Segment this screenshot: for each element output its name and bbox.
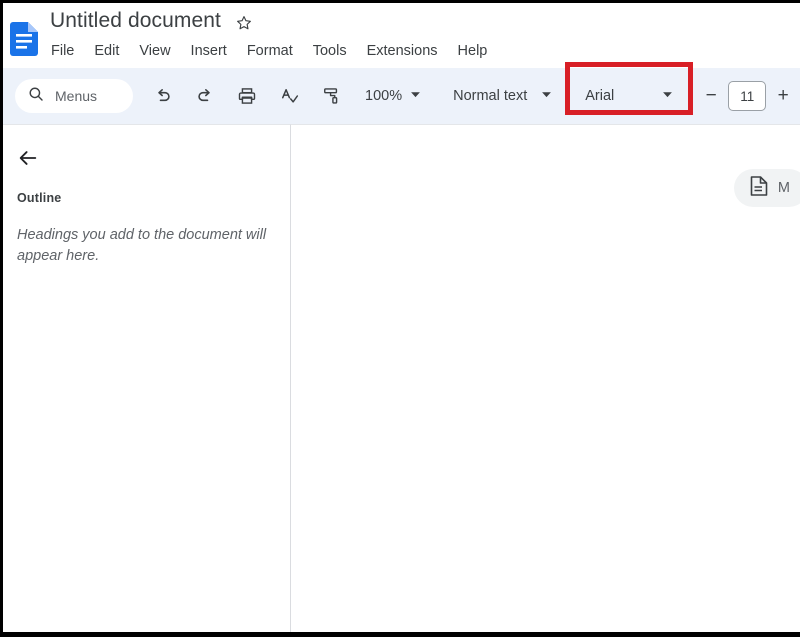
font-family-wrapper: Arial	[565, 62, 694, 119]
arrow-back-icon[interactable]	[17, 147, 39, 169]
zoom-dropdown[interactable]: 100%	[361, 87, 425, 105]
redo-icon[interactable]	[189, 80, 221, 112]
font-family-value: Arial	[585, 88, 615, 104]
menu-item-tools[interactable]: Tools	[313, 41, 347, 61]
star-outline-icon[interactable]	[235, 14, 253, 32]
increase-font-size-button[interactable]: +	[775, 86, 791, 105]
paragraph-style-dropdown[interactable]: Normal text	[449, 87, 556, 105]
page-title[interactable]: Untitled document	[50, 9, 221, 33]
chevron-down-icon	[410, 87, 421, 105]
search-icon	[27, 85, 45, 108]
paragraph-style-value: Normal text	[453, 88, 528, 104]
decrease-font-size-button[interactable]: −	[703, 86, 719, 105]
undo-redo-group	[147, 80, 347, 112]
font-family-dropdown[interactable]: Arial	[573, 73, 685, 119]
search-menus-button[interactable]: Menus	[15, 79, 133, 113]
title-row: Untitled document	[50, 9, 253, 33]
chevron-down-icon	[662, 87, 673, 105]
document-mode-chip[interactable]: M	[733, 169, 800, 207]
google-docs-icon[interactable]	[10, 22, 38, 56]
document-canvas[interactable]: M	[291, 124, 800, 632]
menu-bar: File Edit View Insert Format Tools Exten…	[51, 41, 487, 61]
search-menus-label: Menus	[55, 88, 98, 104]
paint-format-icon[interactable]	[315, 80, 347, 112]
font-size-input[interactable]: 11	[728, 81, 767, 111]
spellcheck-icon[interactable]	[273, 80, 305, 112]
outline-title: Outline	[17, 191, 62, 205]
application-window: Untitled document File Edit View Insert …	[0, 0, 800, 637]
document-header: Untitled document File Edit View Insert …	[3, 3, 800, 68]
print-icon[interactable]	[231, 80, 263, 112]
formatting-toolbar: Menus 100% Normal text Arial − 11 +	[3, 62, 800, 137]
menu-item-extensions[interactable]: Extensions	[367, 41, 438, 61]
menu-item-file[interactable]: File	[51, 41, 74, 61]
outline-empty-message: Headings you add to the document will ap…	[17, 227, 267, 264]
menu-item-help[interactable]: Help	[458, 41, 488, 61]
document-outline-panel: Outline Headings you add to the document…	[3, 124, 291, 632]
document-mode-label: M	[777, 180, 790, 196]
font-size-stepper: − 11 +	[703, 81, 791, 111]
document-mode-icon	[750, 175, 768, 201]
undo-icon[interactable]	[147, 80, 179, 112]
menu-item-format[interactable]: Format	[247, 41, 293, 61]
zoom-level-value: 100%	[365, 88, 403, 104]
chevron-down-icon	[541, 87, 552, 105]
workspace: Outline Headings you add to the document…	[3, 124, 800, 632]
menu-item-insert[interactable]: Insert	[191, 41, 227, 61]
menu-item-view[interactable]: View	[139, 41, 170, 61]
menu-item-edit[interactable]: Edit	[94, 41, 119, 61]
